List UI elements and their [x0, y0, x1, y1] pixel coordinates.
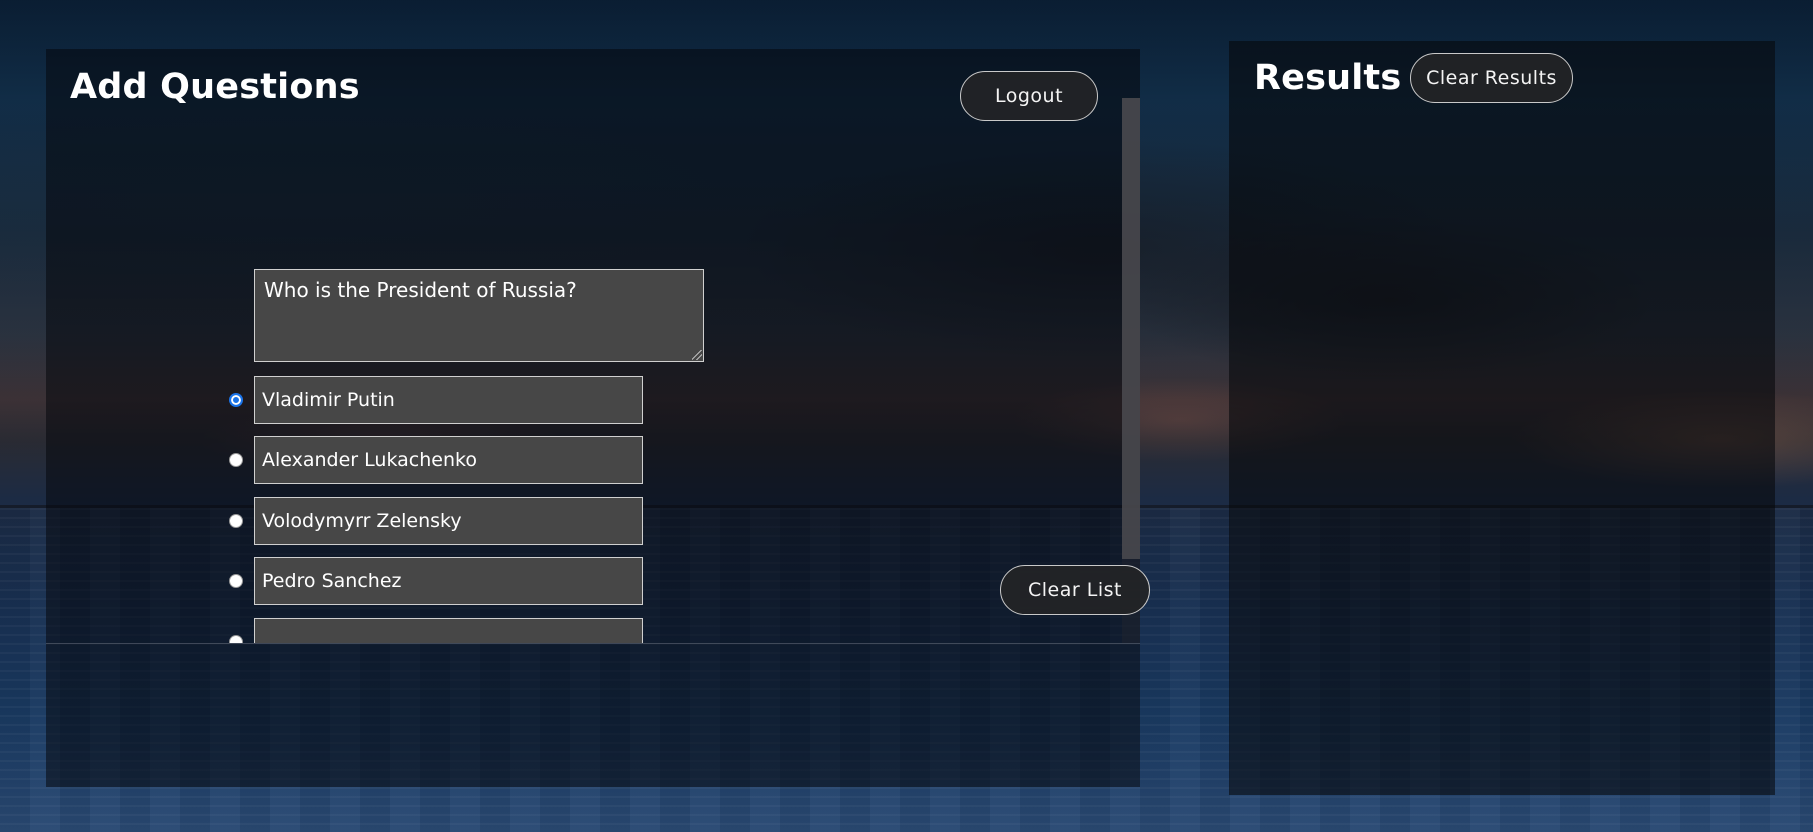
answer-input[interactable]: Alexander Lukachenko	[254, 436, 643, 484]
answer-input[interactable]: Volodymyrr Zelensky	[254, 497, 643, 545]
resize-grip-icon[interactable]	[692, 350, 702, 360]
clear-results-button[interactable]: Clear Results	[1410, 53, 1573, 103]
answer-input[interactable]: Vladimir Putin	[254, 376, 643, 424]
answer-option	[229, 618, 709, 643]
answer-option: Alexander Lukachenko	[229, 436, 709, 484]
question-text: Who is the President of Russia?	[264, 278, 577, 302]
answer-radio[interactable]	[229, 574, 243, 588]
results-panel: Results Clear Results	[1229, 41, 1775, 795]
add-questions-panel: Add Questions Logout Who is the Presiden…	[46, 49, 1150, 787]
answer-input[interactable]: Pedro Sanchez	[254, 557, 643, 605]
question-scroll-area[interactable]: Who is the President of Russia? Vladimir…	[46, 98, 1140, 644]
clear-list-button[interactable]: Clear List	[1000, 565, 1150, 615]
answer-radio[interactable]	[229, 635, 243, 643]
answer-option: Vladimir Putin	[229, 376, 709, 424]
results-title: Results	[1254, 58, 1402, 98]
answer-radio-selected[interactable]	[229, 393, 243, 407]
question-textarea[interactable]: Who is the President of Russia?	[254, 269, 704, 362]
answer-option: Volodymyrr Zelensky	[229, 497, 709, 545]
answer-input[interactable]	[254, 618, 643, 643]
answer-option: Pedro Sanchez	[229, 557, 709, 605]
scrollbar-thumb[interactable]	[1122, 98, 1140, 559]
answer-radio[interactable]	[229, 453, 243, 467]
answer-radio[interactable]	[229, 514, 243, 528]
